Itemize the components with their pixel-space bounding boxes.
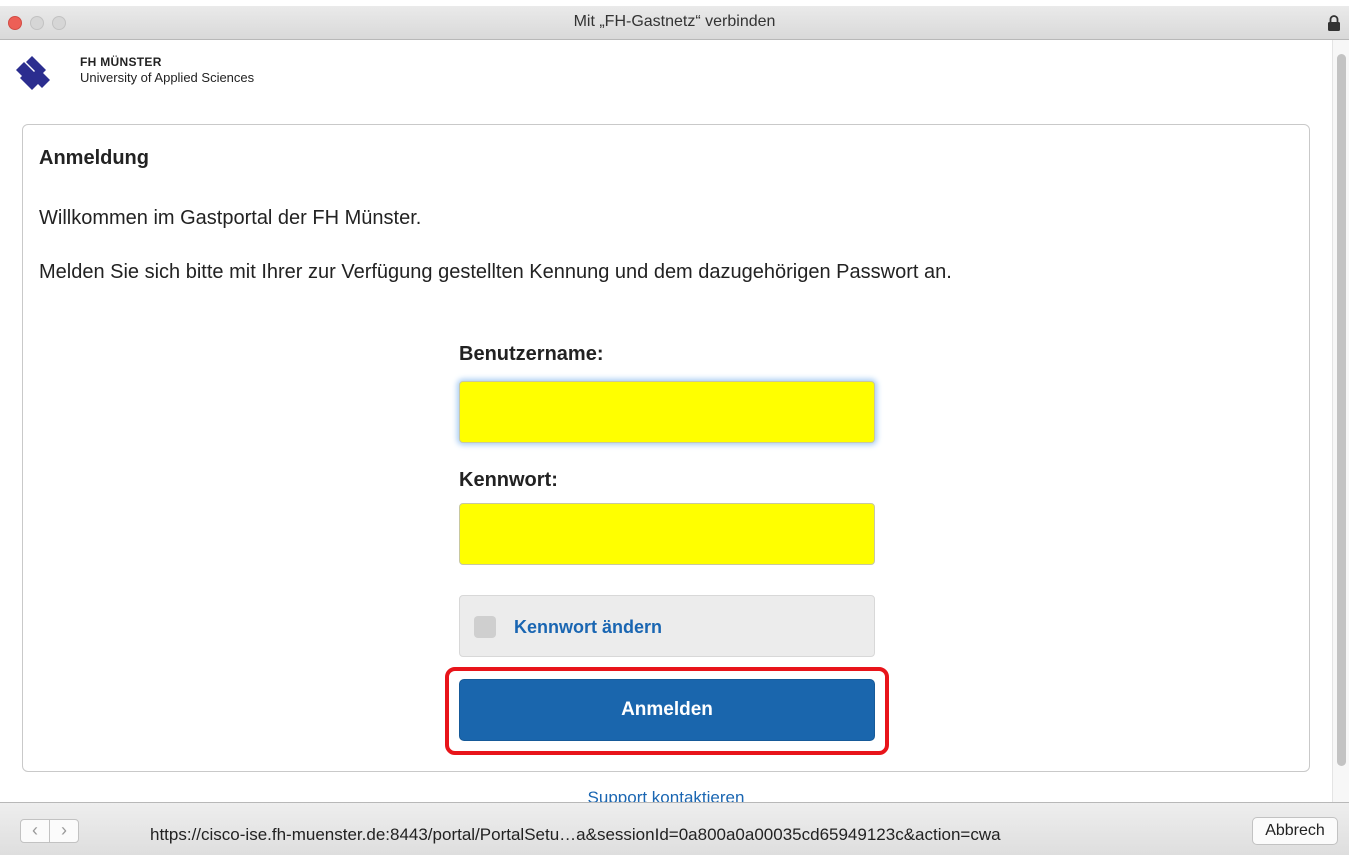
title-bar: Mit „FH-Gastnetz“ verbinden [0, 6, 1349, 40]
username-label: Benutzername: [459, 343, 604, 365]
fh-logo-icon [16, 56, 50, 90]
cancel-button[interactable]: Abbrech [1252, 817, 1338, 845]
change-password-label[interactable]: Kennwort ändern [514, 617, 662, 638]
login-heading: Anmeldung [39, 147, 149, 169]
bottom-bar: ‹ › https://cisco-ise.fh-muenster.de:844… [0, 802, 1349, 855]
change-password-option[interactable]: Kennwort ändern [459, 595, 875, 657]
password-field[interactable] [459, 503, 875, 565]
password-label: Kennwort: [459, 469, 558, 491]
forward-button[interactable]: › [49, 819, 79, 843]
login-button[interactable]: Anmelden [459, 679, 875, 741]
support-link[interactable]: Support kontaktieren [0, 788, 1332, 802]
instruction-text: Melden Sie sich bitte mit Ihrer zur Verf… [39, 261, 952, 283]
window-title: Mit „FH-Gastnetz“ verbinden [573, 13, 776, 30]
back-button[interactable]: ‹ [20, 819, 50, 843]
username-field[interactable] [459, 381, 875, 443]
vertical-scrollbar[interactable] [1332, 40, 1349, 802]
page-url: https://cisco-ise.fh-muenster.de:8443/po… [150, 825, 1001, 844]
brand-subtitle: University of Applied Sciences [80, 70, 255, 85]
portal-content: FH MÜNSTER University of Applied Science… [0, 40, 1332, 802]
login-card: Anmeldung Willkommen im Gastportal der F… [22, 124, 1310, 772]
brand-name: FH MÜNSTER [80, 55, 162, 69]
lock-icon [1328, 15, 1340, 31]
welcome-text: Willkommen im Gastportal der FH Münster. [39, 207, 422, 229]
change-password-checkbox[interactable] [474, 616, 496, 638]
scrollbar-thumb[interactable] [1337, 54, 1346, 766]
captive-portal-window: Mit „FH-Gastnetz“ verbinden FH MÜNSTER U… [0, 0, 1349, 855]
